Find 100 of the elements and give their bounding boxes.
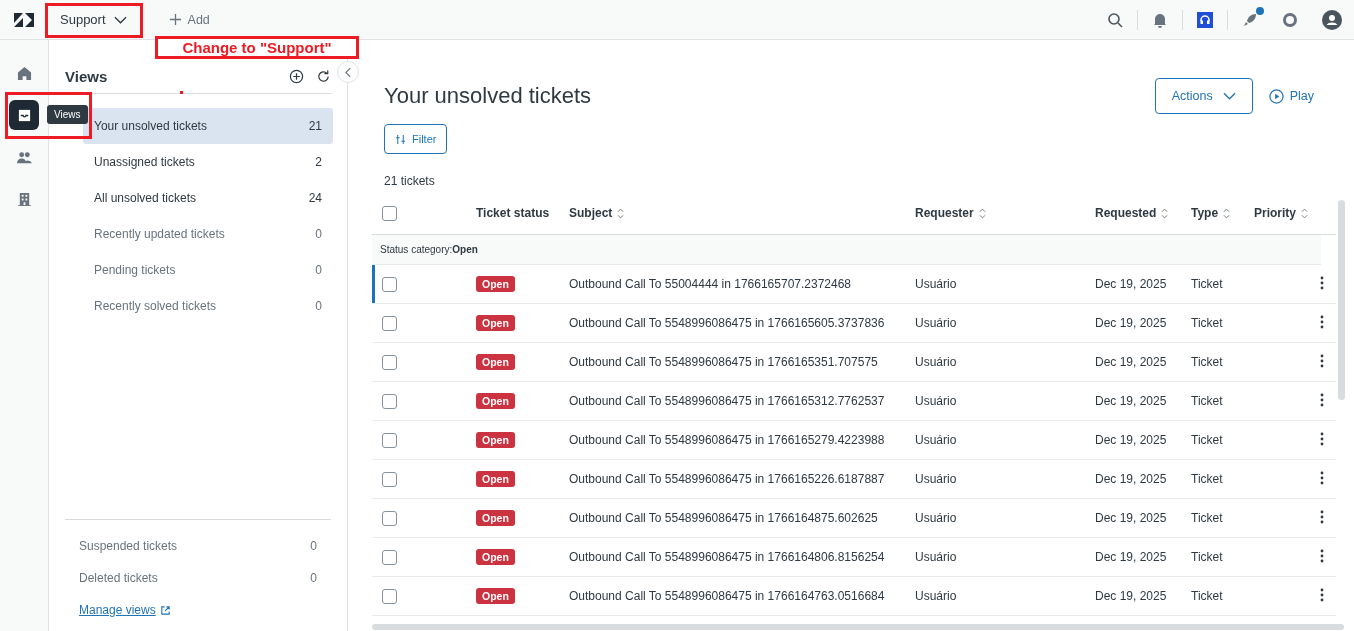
bell-icon[interactable]: [1152, 11, 1168, 28]
status-badge: Open: [476, 510, 515, 526]
add-circle-icon[interactable]: [289, 69, 304, 84]
avatar-icon[interactable]: [1322, 9, 1342, 30]
chevron-left-icon: [344, 66, 352, 78]
sortable-column-header[interactable]: Subject: [569, 206, 625, 220]
requester-cell: Usuário: [915, 316, 957, 330]
requester-cell: Usuário: [915, 550, 957, 564]
row-checkbox[interactable]: [382, 471, 397, 487]
subject-cell[interactable]: Outbound Call To 5548996086475 in 1766164875.602625: [569, 511, 878, 525]
views-heading: Views: [65, 68, 109, 85]
requester-cell: Usuário: [915, 511, 957, 525]
annotation-label: Change to "Support": [155, 36, 359, 59]
row-checkbox[interactable]: [382, 432, 397, 448]
status-badge: Open: [476, 276, 515, 292]
type-cell: Ticket: [1191, 550, 1223, 564]
requester-cell: Usuário: [915, 355, 957, 369]
view-item[interactable]: Recently updated tickets 0: [83, 216, 333, 252]
type-cell: Ticket: [1191, 433, 1223, 447]
group-header: Status category:Open: [372, 235, 1321, 265]
more-options-icon[interactable]: [1320, 548, 1324, 563]
status-badge: Open: [476, 549, 515, 565]
row-checkbox[interactable]: [382, 588, 397, 604]
column-header[interactable]: Ticket status: [476, 206, 550, 220]
requester-cell: Usuário: [915, 589, 957, 603]
requester-cell: Usuário: [915, 472, 957, 486]
view-item[interactable]: All unsolved tickets 24: [83, 180, 333, 216]
collapse-button[interactable]: [337, 61, 359, 83]
view-item[interactable]: Your unsolved tickets 21: [83, 108, 333, 144]
view-item[interactable]: Suspended tickets 0: [79, 530, 317, 562]
chevron-down-icon: [113, 15, 127, 24]
filter-button[interactable]: Filter: [384, 124, 448, 154]
sortable-column-header[interactable]: Type: [1191, 206, 1231, 220]
sortable-column-header[interactable]: Priority: [1254, 206, 1308, 220]
subject-cell[interactable]: Outbound Call To 5548996086475 in 1766164806.8156254: [569, 550, 885, 564]
type-cell: Ticket: [1191, 355, 1223, 369]
subject-cell[interactable]: Outbound Call To 55004444 in 1766165707.2372468: [569, 277, 852, 291]
plus-icon: [168, 13, 182, 26]
more-options-icon[interactable]: [1320, 470, 1324, 485]
search-icon[interactable]: [1107, 11, 1123, 28]
requested-cell: Dec 19, 2025: [1095, 277, 1167, 291]
horizontal-scrollbar[interactable]: [372, 624, 1344, 630]
more-options-icon[interactable]: [1320, 509, 1324, 524]
add-button[interactable]: Add: [168, 12, 210, 27]
views-tooltip: Views: [47, 105, 88, 124]
refresh-icon[interactable]: [316, 69, 331, 84]
view-item[interactable]: Recently solved tickets 0: [83, 288, 333, 324]
type-cell: Ticket: [1191, 472, 1223, 486]
subject-cell[interactable]: Outbound Call To 5548996086475 in 1766165279.4223988: [569, 433, 885, 447]
actions-button[interactable]: Actions: [1154, 78, 1253, 114]
select-all-checkbox[interactable]: [382, 205, 397, 221]
subject-cell[interactable]: Outbound Call To 5548996086475 in 1766164763.0516684: [569, 589, 885, 603]
page-title: Your unsolved tickets: [384, 83, 593, 109]
more-options-icon[interactable]: [1320, 314, 1324, 329]
status-badge: Open: [476, 354, 515, 370]
row-checkbox[interactable]: [382, 354, 397, 370]
logo-icon[interactable]: [14, 12, 34, 27]
headset-icon[interactable]: [1197, 11, 1213, 28]
requester-cell: Usuário: [915, 277, 957, 291]
subject-cell[interactable]: Outbound Call To 5548996086475 in 1766165351.707575: [569, 355, 878, 369]
requested-cell: Dec 19, 2025: [1095, 316, 1167, 330]
subject-cell[interactable]: Outbound Call To 5548996086475 in 1766165312.7762537: [569, 394, 885, 408]
row-checkbox[interactable]: [382, 276, 397, 292]
more-options-icon[interactable]: [1320, 392, 1324, 407]
type-cell: Ticket: [1191, 511, 1223, 525]
row-checkbox[interactable]: [382, 549, 397, 565]
requester-cell: Usuário: [915, 433, 957, 447]
type-cell: Ticket: [1191, 394, 1223, 408]
chevron-down-icon: [1222, 92, 1236, 100]
view-item[interactable]: Pending tickets 0: [83, 252, 333, 288]
vertical-scrollbar[interactable]: [1338, 200, 1345, 400]
sortable-column-header[interactable]: Requester: [915, 206, 986, 220]
row-checkbox[interactable]: [382, 393, 397, 409]
sliders-icon: [395, 133, 406, 145]
view-item[interactable]: Unassigned tickets 2: [83, 144, 333, 180]
requester-cell: Usuário: [915, 394, 957, 408]
type-cell: Ticket: [1191, 589, 1223, 603]
view-item[interactable]: Deleted tickets 0: [79, 562, 317, 594]
row-checkbox[interactable]: [382, 510, 397, 526]
inbox-icon: [16, 107, 32, 123]
requested-cell: Dec 19, 2025: [1095, 394, 1167, 408]
sortable-column-header[interactable]: Requested: [1095, 206, 1169, 220]
more-options-icon[interactable]: [1320, 431, 1324, 446]
building-icon: [16, 191, 32, 207]
product-switcher[interactable]: Support: [60, 12, 127, 27]
subject-cell[interactable]: Outbound Call To 5548996086475 in 1766165226.6187887: [569, 472, 885, 486]
manage-views-link[interactable]: Manage views: [79, 603, 171, 617]
status-badge: Open: [476, 315, 515, 331]
status-badge: Open: [476, 432, 515, 448]
more-options-icon[interactable]: [1320, 587, 1324, 602]
more-options-icon[interactable]: [1320, 275, 1324, 290]
views-nav-button[interactable]: [9, 100, 39, 130]
subject-cell[interactable]: Outbound Call To 5548996086475 in 1766165605.3737836: [569, 316, 885, 330]
more-options-icon[interactable]: [1320, 353, 1324, 368]
row-checkbox[interactable]: [382, 315, 397, 331]
play-circle-icon: [1268, 88, 1284, 104]
sort-icon[interactable]: [1301, 207, 1308, 219]
requested-cell: Dec 19, 2025: [1095, 550, 1167, 564]
play-button[interactable]: Play: [1268, 88, 1314, 104]
status-badge: Open: [476, 588, 515, 604]
